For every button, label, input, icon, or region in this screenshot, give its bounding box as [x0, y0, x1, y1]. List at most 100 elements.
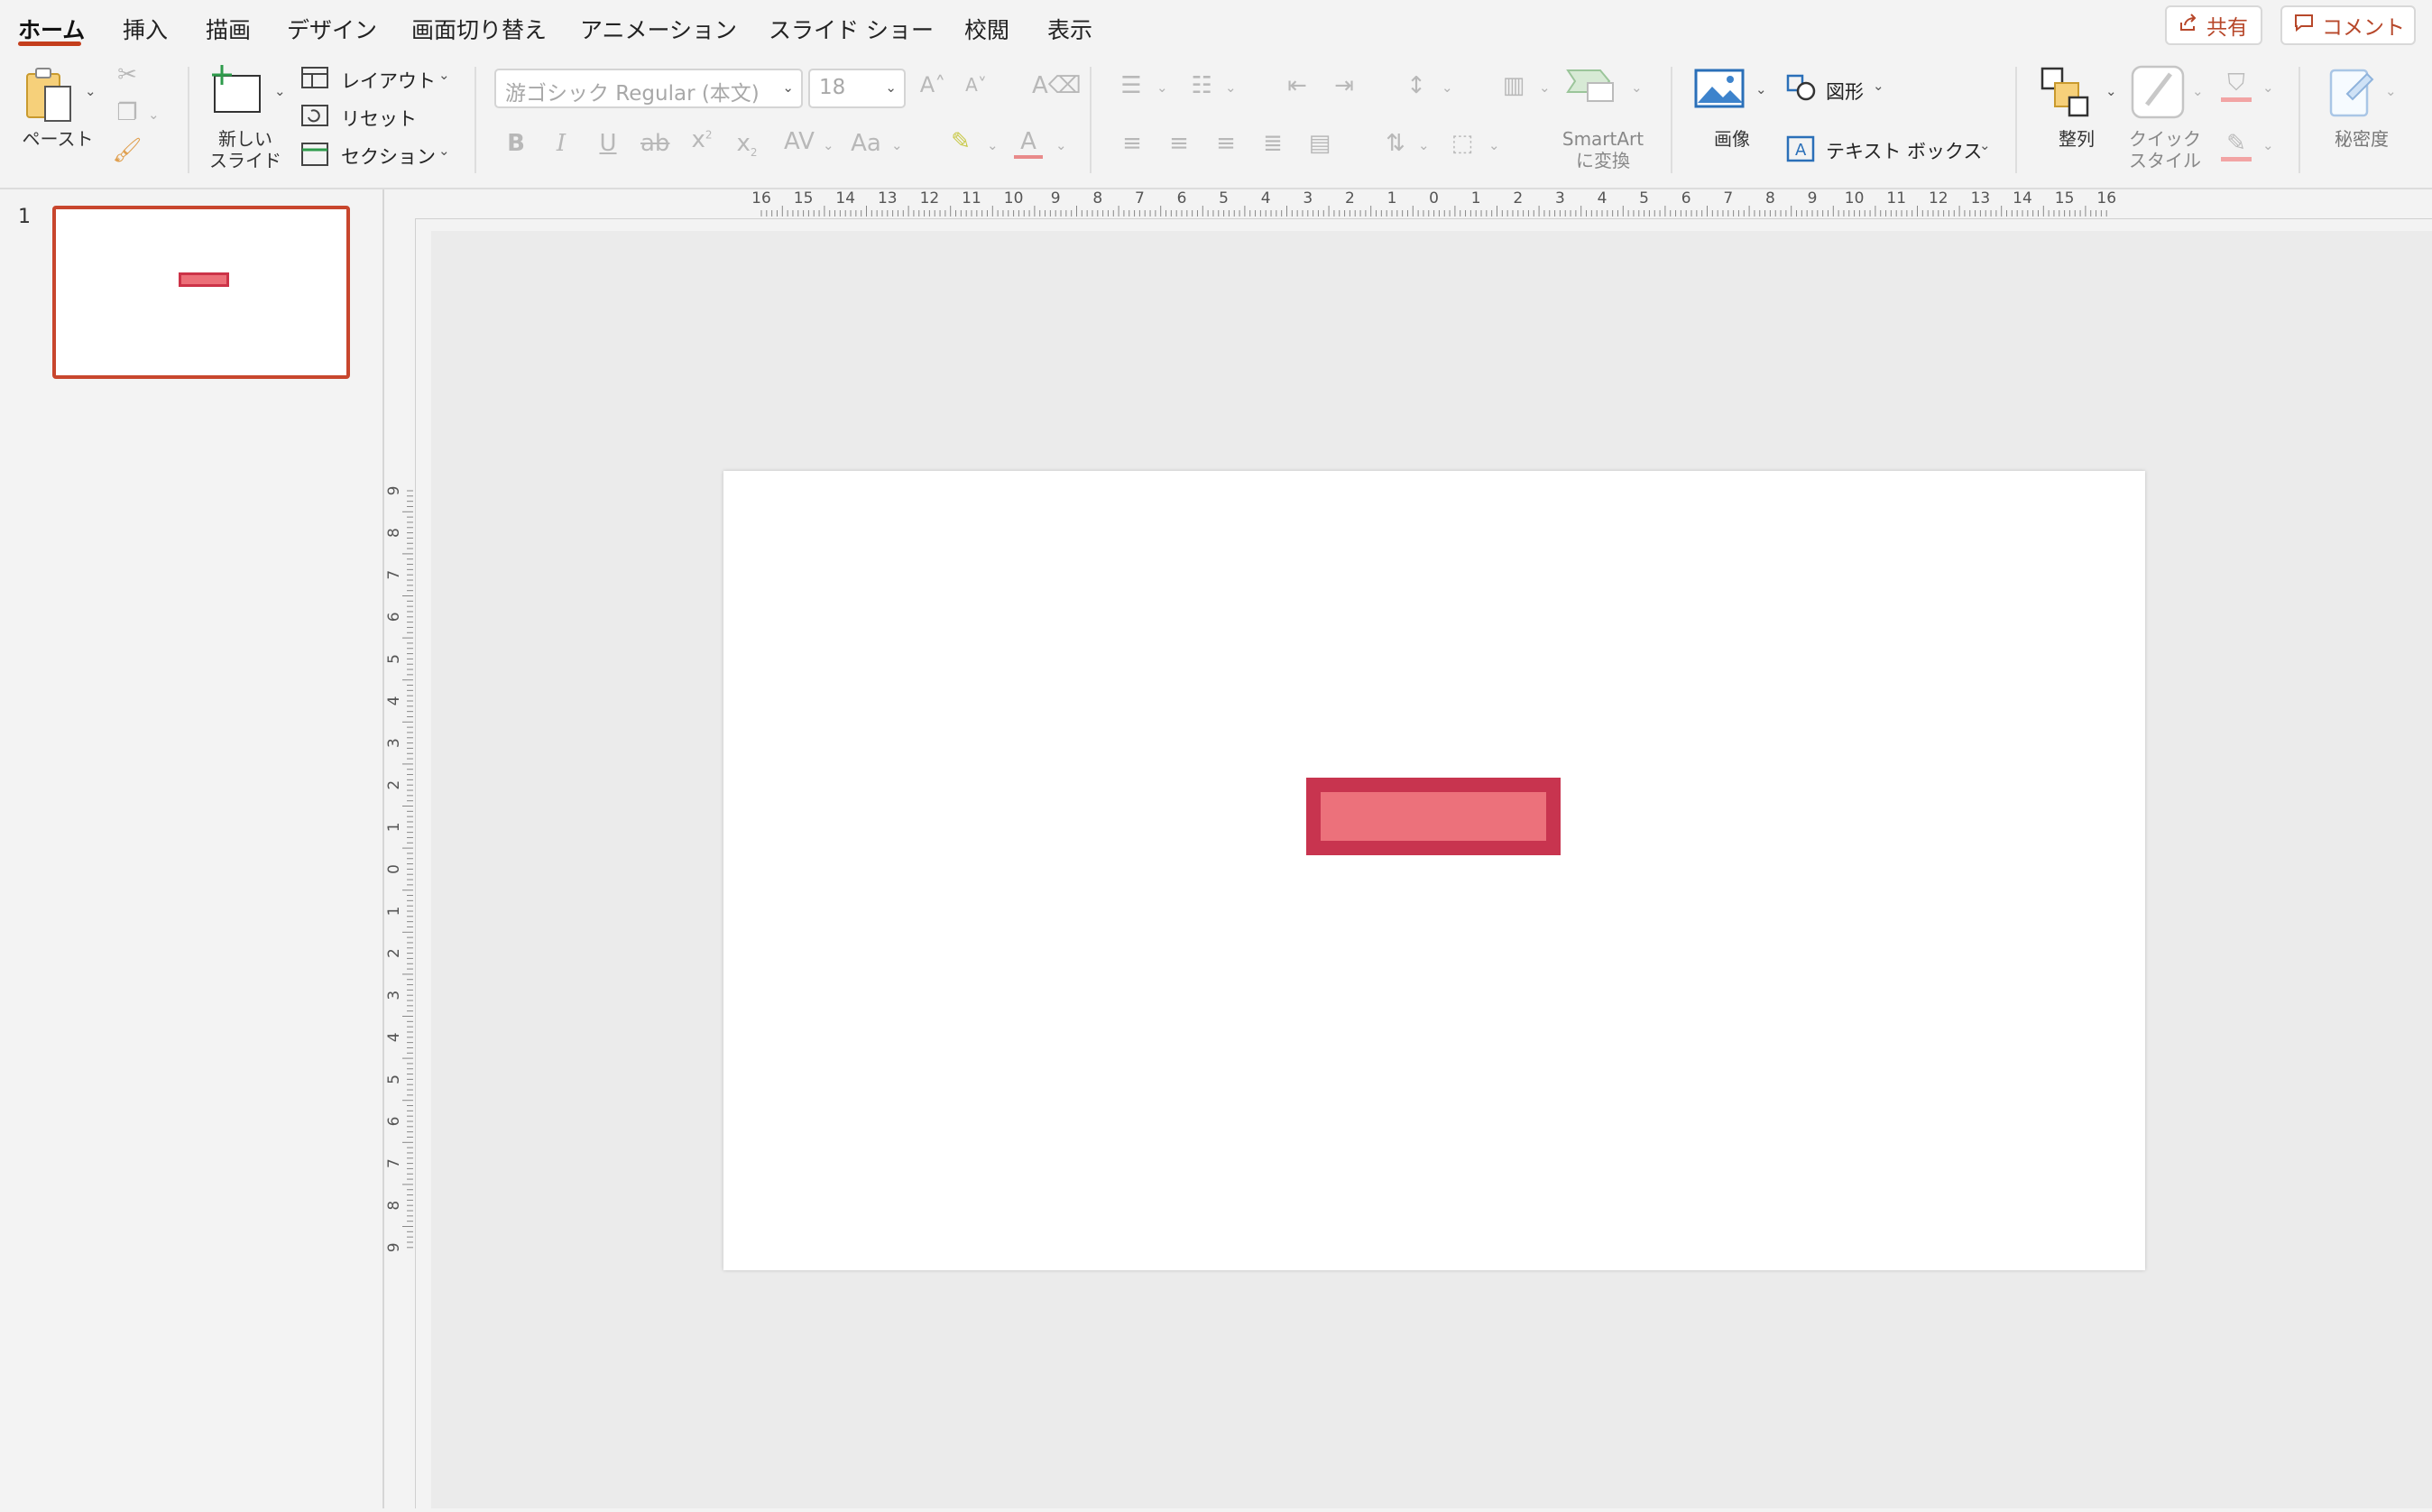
textbox-icon[interactable]: A — [1786, 135, 1815, 166]
increase-font-icon[interactable]: A˄ — [918, 72, 947, 97]
reset-icon[interactable] — [301, 105, 328, 130]
font-size-select[interactable]: 18 ⌄ — [808, 69, 906, 108]
highlight-icon[interactable]: ✎ — [945, 128, 976, 155]
chevron-down-icon[interactable]: ⌄ — [1055, 137, 1067, 153]
chevron-down-icon[interactable]: ⌄ — [2105, 83, 2117, 99]
chevron-down-icon[interactable]: ⌄ — [1488, 137, 1500, 153]
comment-button[interactable]: コメント — [2280, 5, 2416, 45]
decrease-indent-icon[interactable]: ⇤ — [1281, 72, 1313, 99]
slide-thumbnail[interactable] — [52, 206, 350, 379]
format-painter-icon[interactable]: 🖌 — [112, 137, 143, 164]
ribbon-separator — [2015, 67, 2017, 173]
chevron-down-icon[interactable]: ⌄ — [1156, 79, 1168, 96]
ruler-label: 7 — [386, 570, 403, 580]
ruler-label: 9 — [386, 486, 403, 496]
align-text-icon[interactable]: ⬚ — [1447, 130, 1478, 157]
shape-fill-icon[interactable]: ⛉ — [2221, 69, 2252, 102]
tab-transitions[interactable]: 画面切り替え — [411, 13, 547, 45]
chevron-down-icon[interactable]: ⌄ — [1873, 78, 1884, 94]
tab-slideshow[interactable]: スライド ショー — [769, 13, 934, 45]
justify-icon[interactable]: ≣ — [1257, 130, 1288, 157]
distribute-icon[interactable]: ▤ — [1304, 130, 1335, 157]
ribbon-separator — [1090, 67, 1092, 173]
align-left-icon[interactable]: ≡ — [1117, 130, 1147, 157]
chevron-down-icon[interactable]: ⌄ — [1979, 137, 1991, 153]
chevron-down-icon[interactable]: ⌄ — [2262, 79, 2274, 96]
ruler-label: 4 — [1261, 189, 1271, 207]
line-spacing-icon[interactable]: ↕ — [1400, 72, 1432, 99]
chevron-down-icon[interactable]: ⌄ — [274, 83, 286, 99]
underline-button[interactable]: U — [597, 130, 619, 157]
tab-home[interactable]: ホーム — [18, 13, 85, 45]
reset-label[interactable]: リセット — [341, 105, 417, 132]
chevron-down-icon[interactable]: ⌄ — [987, 137, 999, 153]
subscript-button[interactable]: x2 — [736, 130, 758, 159]
text-direction-icon[interactable]: ⇅ — [1380, 130, 1411, 157]
ruler-label: 9 — [1808, 189, 1818, 207]
image-icon[interactable] — [1694, 69, 1745, 112]
strikethrough-button[interactable]: ab — [640, 130, 669, 157]
chevron-down-icon[interactable]: ⌄ — [2385, 83, 2397, 99]
smartart-icon[interactable] — [1566, 67, 1617, 106]
smartart-label[interactable]: SmartArt に変換 — [1553, 128, 1653, 171]
bullets-icon[interactable]: ☰ — [1115, 72, 1147, 99]
font-color-button[interactable]: A — [1014, 128, 1043, 159]
chevron-down-icon[interactable]: ⌄ — [891, 137, 903, 153]
chevron-down-icon[interactable]: ⌄ — [2192, 83, 2204, 99]
shape-outline-icon[interactable]: ✎ — [2221, 130, 2252, 161]
section-icon[interactable] — [301, 143, 328, 170]
copy-icon[interactable]: ❐ — [112, 99, 143, 126]
chevron-down-icon[interactable]: ⌄ — [85, 83, 97, 99]
rectangle-shape[interactable] — [1306, 778, 1561, 855]
quick-style-icon[interactable] — [2131, 65, 2185, 123]
tab-draw[interactable]: 描画 — [206, 13, 251, 45]
slide[interactable] — [723, 471, 2145, 1270]
layout-label[interactable]: レイアウト — [341, 67, 436, 94]
tab-review[interactable]: 校閲 — [964, 13, 1009, 45]
italic-button[interactable]: I — [550, 130, 572, 157]
chevron-down-icon[interactable]: ⌄ — [438, 143, 450, 159]
tab-insert[interactable]: 挿入 — [123, 13, 168, 45]
share-button[interactable]: 共有 — [2165, 5, 2262, 45]
cut-icon[interactable]: ✂ — [112, 61, 143, 88]
align-right-icon[interactable]: ≡ — [1211, 130, 1241, 157]
chevron-down-icon[interactable]: ⌄ — [1539, 79, 1551, 96]
character-spacing-button[interactable]: AV — [781, 128, 817, 155]
tab-design[interactable]: デザイン — [287, 13, 377, 45]
decrease-font-icon[interactable]: A˅ — [962, 74, 990, 96]
layout-icon[interactable] — [301, 67, 328, 92]
chevron-down-icon[interactable]: ⌄ — [148, 106, 160, 123]
new-slide-button[interactable] — [209, 63, 267, 123]
chevron-down-icon[interactable]: ⌄ — [1442, 79, 1453, 96]
tab-animations[interactable]: アニメーション — [580, 13, 737, 45]
bold-button[interactable]: B — [505, 130, 527, 157]
ruler-label: 5 — [386, 1074, 403, 1084]
shapes-icon[interactable] — [1786, 74, 1817, 105]
chevron-down-icon[interactable]: ⌄ — [1755, 81, 1767, 97]
ruler-label: 7 — [1723, 189, 1733, 207]
align-center-icon[interactable]: ≡ — [1164, 130, 1194, 157]
chevron-down-icon[interactable]: ⌄ — [823, 137, 834, 153]
change-case-button[interactable]: Aa — [848, 130, 884, 157]
shapes-label[interactable]: 図形 — [1826, 78, 1864, 105]
numbering-icon[interactable]: ☷ — [1185, 72, 1218, 99]
chevron-down-icon[interactable]: ⌄ — [2262, 137, 2274, 153]
chevron-down-icon[interactable]: ⌄ — [1418, 137, 1430, 153]
superscript-button[interactable]: x2 — [691, 126, 713, 153]
thumbnail-rectangle-shape — [179, 272, 229, 287]
tab-view[interactable]: 表示 — [1047, 13, 1092, 45]
comment-icon — [2293, 12, 2315, 39]
arrange-icon[interactable] — [2040, 67, 2093, 123]
font-name-select[interactable]: 游ゴシック Regular (本文) ⌄ — [494, 69, 803, 108]
clear-format-icon[interactable]: A⌫ — [1032, 72, 1082, 99]
chevron-down-icon[interactable]: ⌄ — [438, 67, 450, 83]
columns-icon[interactable]: ▥ — [1497, 72, 1530, 99]
chevron-down-icon[interactable]: ⌄ — [1631, 79, 1643, 96]
chevron-down-icon[interactable]: ⌄ — [1225, 79, 1237, 96]
section-label[interactable]: セクション — [341, 143, 436, 170]
sensitivity-icon[interactable] — [2329, 65, 2376, 123]
ruler-label: 5 — [386, 654, 403, 664]
paste-button[interactable] — [23, 65, 78, 128]
textbox-label[interactable]: テキスト ボックス — [1826, 137, 1982, 164]
increase-indent-icon[interactable]: ⇥ — [1328, 72, 1360, 99]
